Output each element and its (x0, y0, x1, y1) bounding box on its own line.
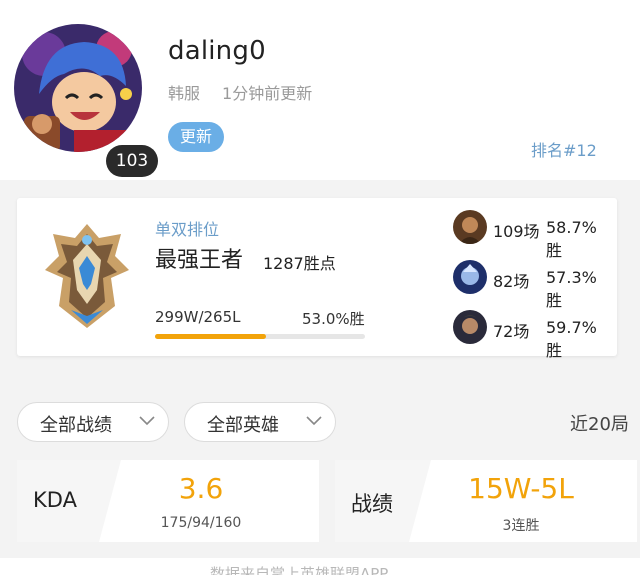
win-rate-bar-fill (155, 334, 267, 339)
win-rate: 53.0%胜 (302, 310, 365, 328)
top-champions-list: 109场 58.7%胜 82场 57.3%胜 72场 59.7%胜 (449, 210, 609, 360)
chevron-down-icon (139, 416, 155, 426)
queue-label: 单双排位 (155, 220, 220, 239)
win-streak: 3连胜 (502, 518, 540, 534)
champion-games: 72场 (493, 322, 530, 341)
profile-meta: 韩服 1分钟前更新 (168, 80, 312, 104)
win-rate-bar (155, 334, 365, 339)
champion-win-rate: 58.7%胜 (546, 218, 597, 260)
kda-card: KDA 3.6 175/94/160 (17, 460, 319, 542)
avatar[interactable] (14, 24, 142, 152)
kda-detail: 175/94/160 (160, 515, 242, 531)
champion-win-rate: 59.7%胜 (546, 318, 597, 360)
champion-row[interactable]: 109场 58.7%胜 (449, 210, 609, 260)
champion-win-rate: 57.3%胜 (546, 268, 597, 310)
updated-time: 1分钟前更新 (222, 84, 313, 103)
update-button[interactable]: 更新 (168, 122, 224, 152)
champion-filter-label: 全部英雄 (207, 415, 279, 436)
champion-games: 82场 (493, 272, 530, 291)
kda-title: KDA (33, 488, 77, 512)
record-title: 战绩 (351, 492, 393, 516)
champion-portrait-icon (453, 210, 487, 244)
champion-portrait-icon (453, 260, 487, 294)
profile-header: 103 daling0 韩服 1分钟前更新 更新 排名#12 (0, 0, 640, 180)
challenger-emblem-icon (45, 224, 129, 328)
kda-value: 3.6 (178, 472, 224, 505)
server-label: 韩服 (168, 84, 201, 103)
avatar-image (14, 24, 142, 152)
record-value: 15W-5L (468, 472, 574, 505)
tier-name: 最强王者 (155, 248, 244, 273)
champion-row[interactable]: 72场 59.7%胜 (449, 310, 609, 360)
recent-games-label: 近20局 (570, 414, 629, 435)
match-filter-dropdown[interactable]: 全部战绩 (17, 402, 169, 442)
bottom-source-text: 数据来自掌上英雄联盟APP (210, 565, 389, 575)
record-card: 战绩 15W-5L 3连胜 (335, 460, 637, 542)
win-loss-record: 299W/265L (155, 308, 241, 326)
chevron-down-icon (306, 416, 322, 426)
ranked-card[interactable]: 单双排位 最强王者 1287胜点 299W/265L 53.0%胜 109场 5… (17, 198, 617, 360)
league-points: 1287胜点 (263, 254, 336, 273)
match-filter-label: 全部战绩 (40, 415, 112, 436)
level-badge: 103 (106, 145, 158, 177)
champion-games: 109场 (493, 222, 540, 241)
username: daling0 (168, 36, 266, 66)
avatar-container[interactable]: 103 (14, 24, 158, 177)
champion-filter-dropdown[interactable]: 全部英雄 (184, 402, 336, 442)
champion-portrait-icon (453, 310, 487, 344)
champion-row[interactable]: 82场 57.3%胜 (449, 260, 609, 310)
rank-link[interactable]: 排名#12 (531, 137, 597, 161)
